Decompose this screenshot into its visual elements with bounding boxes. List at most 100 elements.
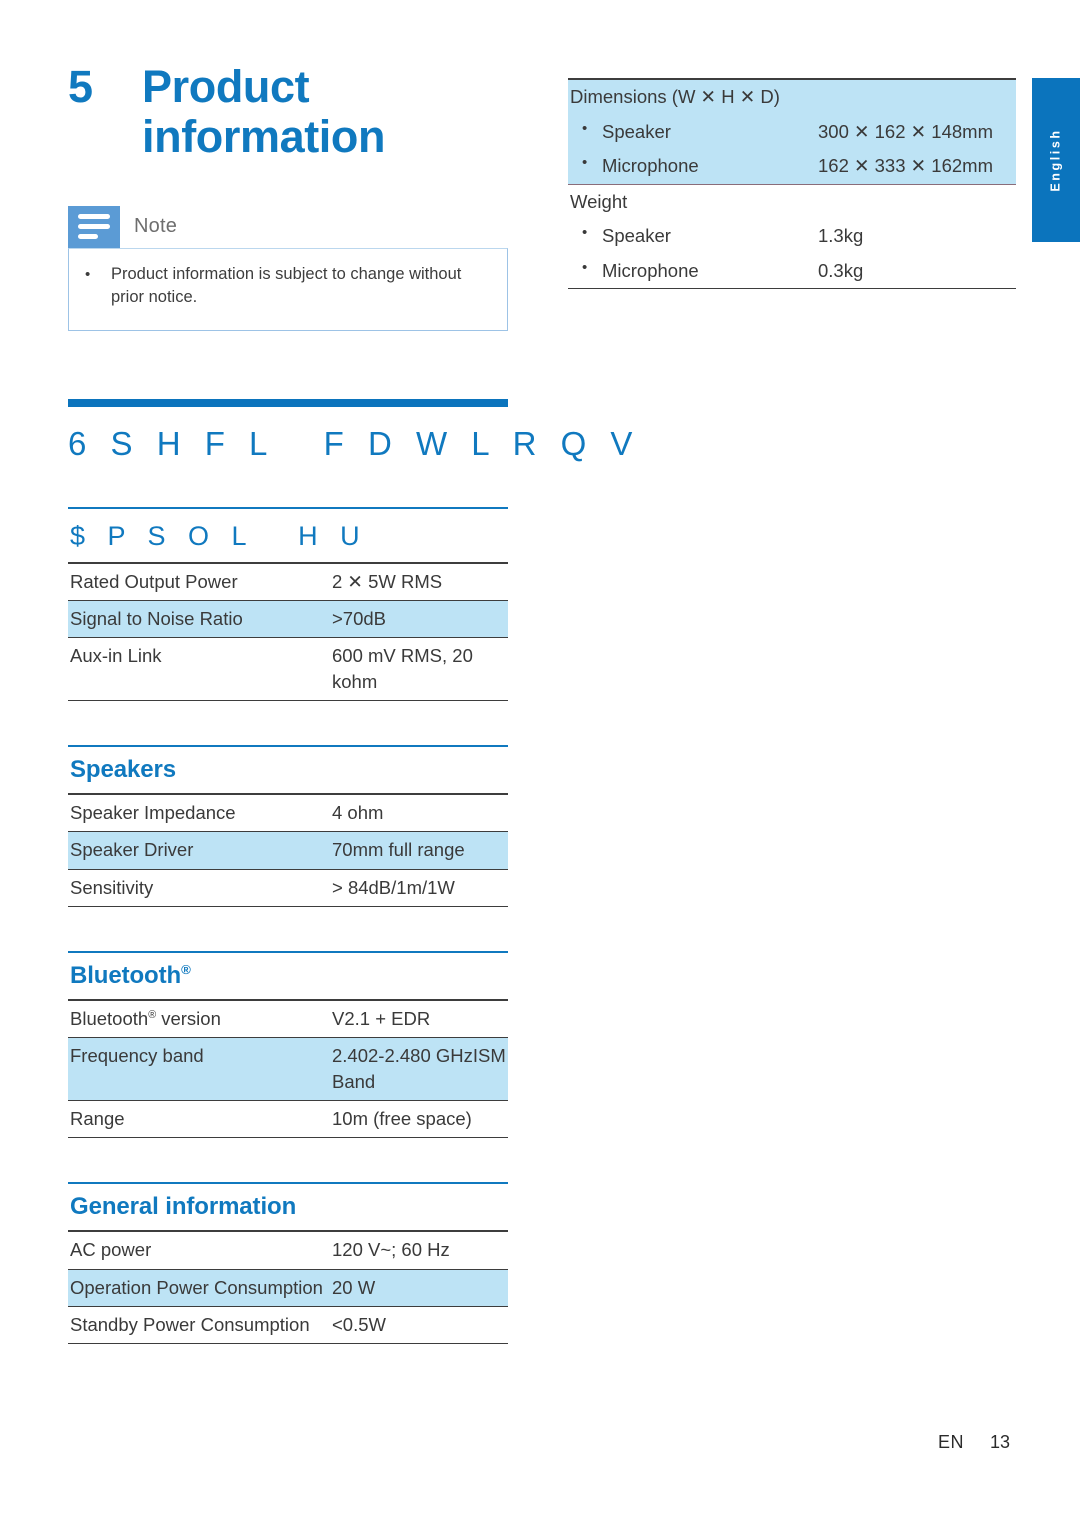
table-row: AC power 120 V~; 60 Hz — [68, 1231, 508, 1269]
row-key: Rated Output Power — [70, 571, 238, 593]
table-row: Weight — [568, 184, 1016, 219]
note-callout: Note • Product information is subject to… — [68, 205, 508, 331]
row-key: Range — [70, 1107, 125, 1129]
bullet-icon: • — [582, 258, 588, 276]
note-list-item: • Product information is subject to chan… — [85, 263, 491, 310]
weight-item-label: • Speaker — [568, 219, 816, 254]
section-speakers: Speakers Speaker Impedance 4 ohm Speaker… — [68, 744, 508, 907]
section-general-information: General information AC power 120 V~; 60 … — [68, 1181, 508, 1344]
table-row: Speaker Driver 70mm full range — [68, 831, 508, 870]
right-column: Dimensions (W ✕ H ✕ D) • Speaker 300 ✕ 16… — [568, 78, 1017, 289]
row-key-tail: version — [156, 1008, 221, 1030]
footer-page-number: 13 — [989, 1432, 1010, 1452]
row-value: 4 ohm — [332, 802, 384, 824]
bullet-icon: • — [85, 265, 91, 283]
table-row: Rated Output Power 2 ✕ 5W RMS — [68, 563, 508, 601]
note-header: Note — [68, 205, 508, 248]
left-column: 5 Product information Note • Product inf… — [68, 61, 640, 1344]
note-label: Note — [134, 215, 178, 238]
row-value: 120 V~; 60 Hz — [332, 1239, 450, 1261]
row-value: 2 ✕ 5W RMS — [332, 571, 443, 593]
dimensions-item-label: • Microphone — [568, 149, 816, 184]
row-key: AC power — [70, 1239, 152, 1261]
dimensions-label: Dimensions (W ✕ H ✕ D) — [570, 86, 780, 107]
item-label-text: Speaker — [602, 120, 671, 142]
table-row: Frequency band 2.402-2.480 GHzISM Band — [68, 1037, 508, 1101]
row-key: Operation Power Consumption — [70, 1276, 323, 1298]
row-key-text: Bluetooth — [70, 1008, 149, 1030]
specifications-rule — [68, 398, 508, 407]
table-row: Standby Power Consumption <0.5W — [68, 1306, 508, 1344]
table-bluetooth: Bluetooth® version V2.1 + EDR Frequency … — [68, 999, 508, 1138]
section-title-general-information: General information — [70, 1193, 297, 1221]
language-tab: English — [1032, 78, 1080, 242]
row-key: Speaker Driver — [70, 839, 194, 861]
row-value: 600 mV RMS, 20 kohm — [332, 645, 473, 692]
table-row: • Microphone 0.3kg — [568, 254, 1017, 289]
document-page: 5 Product information Note • Product inf… — [0, 0, 1080, 1527]
table-dimensions-weight: Dimensions (W ✕ H ✕ D) • Speaker 300 ✕ 16… — [568, 78, 1017, 289]
section-title-speakers: Speakers — [70, 756, 176, 784]
row-value: >70dB — [332, 608, 387, 630]
item-label-text: Microphone — [602, 259, 699, 281]
section-amplifier: $ P S O L H U Rated Output Power 2 ✕ 5W … — [68, 506, 508, 701]
item-label-text: Speaker — [602, 225, 671, 247]
dimensions-item-value: 162 ✕ 333 ✕ 162mm — [818, 155, 993, 177]
note-body: • Product information is subject to chan… — [68, 247, 508, 331]
registered-trademark-icon: ® — [181, 962, 191, 978]
weight-item-value: 0.3kg — [818, 259, 864, 281]
section-bluetooth: Bluetooth® Bluetooth® version V2.1 + EDR… — [68, 950, 508, 1138]
bullet-icon: • — [582, 224, 588, 242]
section-title-bluetooth-text: Bluetooth — [70, 962, 182, 990]
table-row: • Microphone 162 ✕ 333 ✕ 162mm — [568, 149, 1017, 185]
item-label-text: Microphone — [602, 155, 699, 177]
row-key: Standby Power Consumption — [70, 1313, 310, 1335]
specifications-title: 6 S H F L F D W L R Q V — [68, 424, 640, 462]
table-row: Dimensions (W ✕ H ✕ D) — [568, 79, 1017, 115]
table-row: • Speaker 300 ✕ 162 ✕ 148mm — [568, 114, 1017, 150]
row-value: 70mm full range — [332, 839, 465, 861]
row-value: <0.5W — [332, 1313, 386, 1335]
dimensions-item-label: • Speaker — [568, 115, 816, 150]
bullet-icon: • — [582, 119, 588, 137]
table-row: Range 10m (free space) — [68, 1100, 508, 1138]
row-value: 10m (free space) — [332, 1107, 472, 1129]
table-general-information: AC power 120 V~; 60 Hz Operation Power C… — [68, 1230, 508, 1344]
table-row: Operation Power Consumption 20 W — [68, 1269, 508, 1307]
row-key: Aux-in Link — [70, 645, 162, 667]
row-value: 20 W — [332, 1276, 376, 1298]
weight-label: Weight — [570, 190, 628, 212]
row-key: Speaker Impedance — [70, 802, 236, 824]
row-value: > 84dB/1m/1W — [332, 876, 455, 898]
weight-item-label: • Microphone — [568, 254, 816, 289]
language-tab-label: English — [1049, 128, 1063, 192]
bullet-icon: • — [582, 154, 588, 172]
row-key: Bluetooth® version — [68, 1000, 326, 1038]
row-value: 2.402-2.480 GHzISM Band — [332, 1045, 506, 1092]
section-title-bluetooth: Bluetooth® — [68, 953, 508, 999]
registered-trademark-icon: ® — [148, 1009, 157, 1022]
table-amplifier: Rated Output Power 2 ✕ 5W RMS Signal to … — [68, 562, 508, 701]
table-row: Signal to Noise Ratio >70dB — [68, 600, 508, 638]
chapter-number: 5 — [68, 61, 93, 112]
dimensions-item-value: 300 ✕ 162 ✕ 148mm — [818, 120, 993, 142]
table-speakers: Speaker Impedance 4 ohm Speaker Driver 7… — [68, 793, 508, 907]
table-row: Bluetooth® version V2.1 + EDR — [68, 1000, 508, 1038]
note-lines-icon — [68, 205, 120, 248]
table-row: Aux-in Link 600 mV RMS, 20 kohm — [68, 638, 508, 701]
page-footer: EN 13 — [0, 1432, 1010, 1453]
footer-locale: EN — [937, 1432, 964, 1452]
chapter-title: Product information — [142, 61, 386, 163]
row-key: Signal to Noise Ratio — [70, 608, 243, 630]
section-title-amplifier: $ P S O L H U — [70, 521, 368, 552]
table-row: Speaker Impedance 4 ohm — [68, 794, 508, 832]
chapter-heading: 5 Product information — [68, 61, 508, 163]
specifications-banner: 6 S H F L F D W L R Q V — [68, 398, 640, 463]
weight-item-value: 1.3kg — [818, 225, 864, 247]
row-key: Frequency band — [70, 1045, 204, 1067]
row-key: Sensitivity — [70, 876, 154, 898]
table-row: • Speaker 1.3kg — [568, 219, 1016, 254]
table-row: Sensitivity > 84dB/1m/1W — [68, 869, 508, 907]
row-value: V2.1 + EDR — [332, 1008, 431, 1030]
note-text: Product information is subject to change… — [111, 264, 462, 307]
